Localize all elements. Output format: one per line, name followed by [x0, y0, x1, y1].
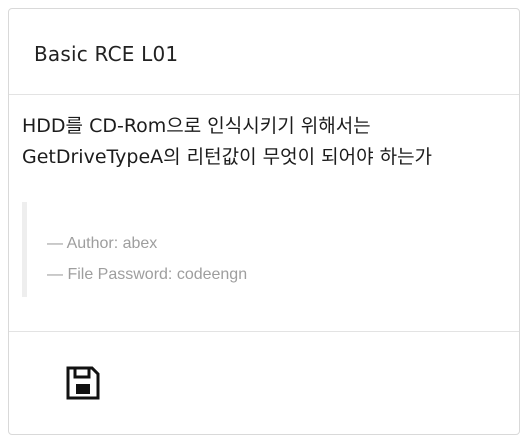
- question-line-2: GetDriveTypeA의 리턴값이 무엇이 되어야 하는가: [22, 146, 433, 168]
- question-line-1: HDD를 CD-Rom으로 인식시키기 위해서는: [22, 115, 371, 137]
- author-line: — Author: abex: [47, 235, 158, 252]
- card-footer: [9, 332, 519, 434]
- download-button[interactable]: [65, 365, 101, 401]
- challenge-meta-blockquote: — Author: abex — File Password: codeengn: [22, 202, 247, 297]
- challenge-question: HDD를 CD-Rom으로 인식시키기 위해서는 GetDriveTypeA의 …: [22, 111, 502, 173]
- challenge-card: Basic RCE L01 HDD를 CD-Rom으로 인식시키기 위해서는 G…: [8, 8, 520, 435]
- file-password-line: — File Password: codeengn: [47, 266, 248, 283]
- card-body: HDD를 CD-Rom으로 인식시키기 위해서는 GetDriveTypeA의 …: [9, 95, 519, 332]
- card-header: Basic RCE L01: [9, 9, 519, 95]
- challenge-title: Basic RCE L01: [34, 42, 179, 66]
- floppy-disk-icon: [65, 365, 101, 401]
